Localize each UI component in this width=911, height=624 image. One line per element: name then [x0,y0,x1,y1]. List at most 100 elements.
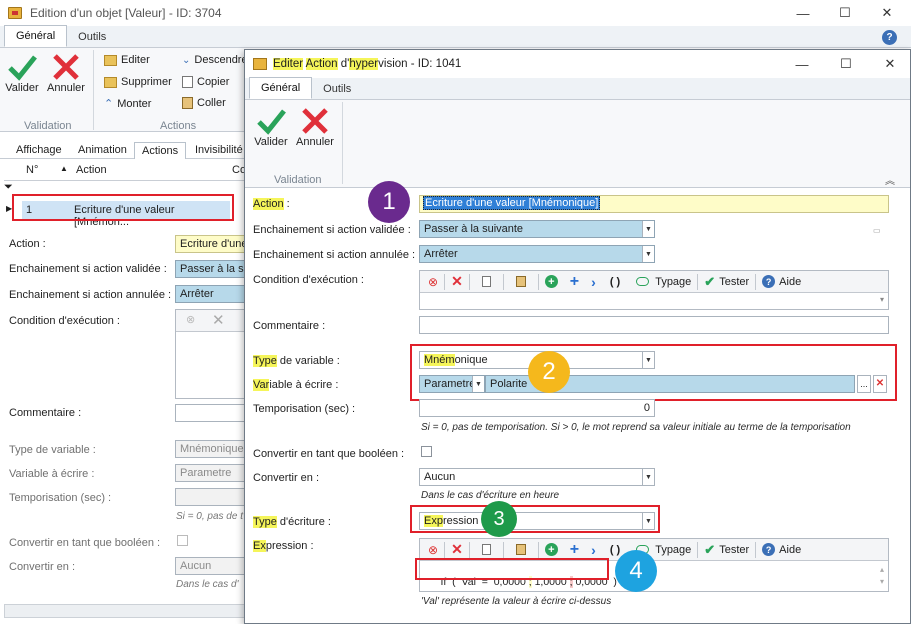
cross-icon [53,54,79,80]
close-button[interactable]: ✕ [864,0,910,26]
bg-group-actions-label: Actions [160,120,197,132]
dialog-minimize-button[interactable]: — [779,51,825,77]
step-badge-3: 3 [481,501,517,537]
bg-subtab-invisibilite[interactable]: Invisibilité [195,144,243,156]
typage-button[interactable]: Typage [655,276,691,288]
dialog-titlebar: Editer Action d'hypervision - ID: 1041 —… [245,50,910,78]
bg-monter-button[interactable]: ⌃ Monter [104,97,151,111]
step-badge-4: 4 [615,550,657,592]
typage-button[interactable]: Typage [655,544,691,556]
col-num[interactable]: N° [26,164,38,176]
variable-redbox [410,344,897,401]
scroll-down-icon[interactable]: ▾ [880,577,884,586]
bg-ench-annul-field[interactable]: Arrêter [175,285,245,303]
conv-bool-checkbox[interactable] [421,446,432,457]
bg-tab-general[interactable]: Général [4,25,68,47]
valider-button[interactable]: Valider [253,106,289,148]
maximize-button[interactable]: ☐ [822,0,868,26]
type-var-label: Type de variable : [253,355,340,367]
chevron-down-icon: ▼ [642,246,654,262]
ench-valid-select[interactable]: Passer à la suivante ▼ [419,220,655,238]
bg-editer-button[interactable]: Editer [104,54,150,66]
dialog-tab-general[interactable]: Général [249,77,313,99]
add-circle-icon[interactable]: + [544,543,558,556]
col-action[interactable]: Action [76,164,107,176]
ench-annul-select[interactable]: Arrêter ▼ [419,245,655,263]
action-label: Action : [253,198,290,210]
minimize-button[interactable]: — [780,0,826,26]
bg-action-field[interactable]: Ecriture d'une v [175,235,245,253]
annuler-button[interactable]: Annuler [295,106,335,148]
bg-copier-button[interactable]: Copier [182,76,229,88]
tempo-label: Temporisation (sec) : [253,403,356,415]
clear-icon[interactable]: ⊗ [428,275,438,289]
bg-subtab-animation[interactable]: Animation [78,144,127,156]
add-circle-icon[interactable]: + [544,275,558,288]
copy-icon[interactable] [481,276,491,287]
collapse-ribbon-icon[interactable]: ︽ [885,172,895,187]
conv-bool-label: Convertir en tant que booléen : [253,448,405,460]
aide-button[interactable]: Aide [779,544,801,556]
check-icon [257,109,286,135]
step-badge-1: 1 [368,181,410,223]
chevron-right-icon[interactable]: › [591,542,596,558]
tester-button[interactable]: Tester [719,276,749,288]
edit-action-dialog: Editer Action d'hypervision - ID: 1041 —… [244,49,911,624]
copy-icon[interactable] [481,544,491,555]
bg-action-label: Action : [9,238,46,250]
bg-condition-editor[interactable]: ⊗ ✕ [175,309,246,399]
chevron-right-icon[interactable]: › [591,274,596,290]
commentaire-field[interactable] [419,316,889,334]
scroll-down-icon[interactable]: ▾ [880,295,884,304]
bg-ench-valid-field[interactable]: Passer à la su [175,260,245,278]
bg-group-validation-label: Validation [24,120,72,132]
tester-button[interactable]: Tester [719,544,749,556]
aide-button[interactable]: Aide [779,276,801,288]
bg-var-field: Parametre [175,464,245,482]
bg-subtab-actions[interactable]: Actions [134,142,187,159]
step-badge-2: 2 [528,351,570,393]
parentheses-button[interactable]: ( ) [610,276,620,288]
chevron-down-icon: ▼ [642,221,654,237]
type-ecriture-label: Type d'écriture : [253,516,331,528]
bg-coller-button[interactable]: Coller [182,97,226,109]
paste-icon[interactable] [515,544,526,555]
filter-icon[interactable]: ⏷ [4,181,13,194]
bg-tab-outils[interactable]: Outils [67,27,117,47]
conv-en-select[interactable]: Aucun ▼ [419,468,655,486]
arrow-down-icon: ⌄ [182,54,191,66]
bg-descendre-button[interactable]: ⌄ Descendre [182,54,248,66]
scroll-up-icon[interactable]: ▴ [880,565,884,574]
dialog-tab-outils[interactable]: Outils [312,79,362,99]
help-icon[interactable]: ? [882,30,897,45]
ench-valid-label: Enchainement si action validée : [253,224,411,236]
paste-icon[interactable] [515,276,526,287]
bg-titlebar: Edition d'un objet [Valeur] - ID: 3704 —… [0,0,911,26]
bg-tempo-note: Si = 0, pas de t [176,511,243,522]
type-ecriture-redbox [410,505,660,533]
bg-valider-button[interactable]: Valider [4,52,40,94]
action-field[interactable]: Ecriture d'une valeur [Mnémonique] [419,195,889,213]
arrow-up-icon: ⌃ [104,98,114,110]
dialog-maximize-button[interactable]: ☐ [823,51,869,77]
tempo-field[interactable]: 0 [419,399,655,417]
bg-subtab-affichage[interactable]: Affichage [16,144,62,156]
clear-icon[interactable]: ⊗ [428,543,438,557]
bg-annuler-button[interactable]: Annuler [46,52,86,94]
bg-window-title: Edition d'un objet [Valeur] - ID: 3704 [30,6,222,20]
bg-supprimer-button[interactable]: Supprimer [104,76,172,88]
plus-icon[interactable]: + [570,273,579,291]
condition-editor[interactable]: ⊗ ✕ + + › ( ) Typage ✔ Tester ? Aide ▾ [419,270,889,310]
bg-hscroll[interactable] [4,604,245,618]
bg-delete-icon[interactable]: ✕ [212,311,225,329]
ench-annul-label: Enchainement si action annulée : [253,249,416,261]
cross-icon [302,108,328,134]
bg-clear-icon[interactable]: ⊗ [186,313,195,326]
plus-icon[interactable]: + [570,541,579,559]
delete-icon[interactable]: ✕ [451,273,463,290]
dialog-close-button[interactable]: ✕ [867,51,910,77]
bg-condition-label: Condition d'exécution : [9,315,120,327]
bg-commentaire-field[interactable] [175,404,245,422]
parentheses-button[interactable]: ( ) [610,544,620,556]
delete-icon[interactable]: ✕ [451,541,463,558]
